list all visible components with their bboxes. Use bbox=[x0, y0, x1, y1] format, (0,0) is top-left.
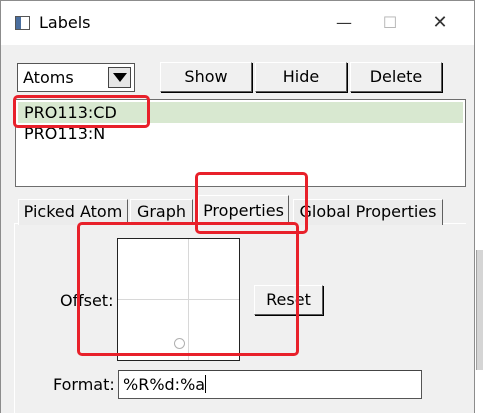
tab-picked-atom[interactable]: Picked Atom bbox=[18, 199, 128, 225]
tab-properties[interactable]: Properties bbox=[198, 195, 289, 225]
tab-graph[interactable]: Graph bbox=[130, 199, 193, 225]
reset-button[interactable]: Reset bbox=[254, 285, 323, 315]
app-window-icon bbox=[15, 16, 30, 30]
offset-pad[interactable] bbox=[117, 238, 240, 361]
text-caret bbox=[205, 375, 207, 393]
format-value: %R%d:%a bbox=[123, 375, 206, 394]
list-item[interactable]: PRO113:CD bbox=[18, 102, 463, 123]
labels-list[interactable]: PRO113:CD PRO113:N bbox=[15, 99, 466, 187]
list-item[interactable]: PRO113:N bbox=[18, 123, 463, 144]
offset-crosshair-vertical bbox=[188, 239, 189, 360]
close-button[interactable]: ✕ bbox=[417, 5, 463, 41]
format-label: Format: bbox=[53, 375, 115, 394]
show-button[interactable]: Show bbox=[160, 62, 252, 92]
dropdown-arrow-icon[interactable] bbox=[108, 67, 131, 88]
label-type-value: Atoms bbox=[23, 68, 74, 87]
labels-window: Labels — ☐ ✕ Atoms Show Hide Delete PRO1… bbox=[0, 0, 475, 414]
minimize-button[interactable]: — bbox=[321, 5, 367, 41]
hide-button[interactable]: Hide bbox=[255, 62, 347, 92]
window-title: Labels bbox=[39, 13, 91, 32]
title-bar[interactable]: Labels — ☐ ✕ bbox=[1, 1, 474, 45]
maximize-button[interactable]: ☐ bbox=[367, 5, 413, 41]
offset-crosshair-horizontal bbox=[118, 299, 239, 300]
offset-label: Offset: bbox=[60, 291, 114, 310]
background-scrollbar bbox=[476, 250, 483, 370]
tab-global-properties[interactable]: Global Properties bbox=[293, 199, 443, 225]
delete-button[interactable]: Delete bbox=[350, 62, 442, 92]
format-field[interactable]: %R%d:%a bbox=[118, 370, 422, 399]
offset-handle[interactable] bbox=[174, 338, 185, 349]
label-type-select[interactable]: Atoms bbox=[17, 63, 135, 92]
